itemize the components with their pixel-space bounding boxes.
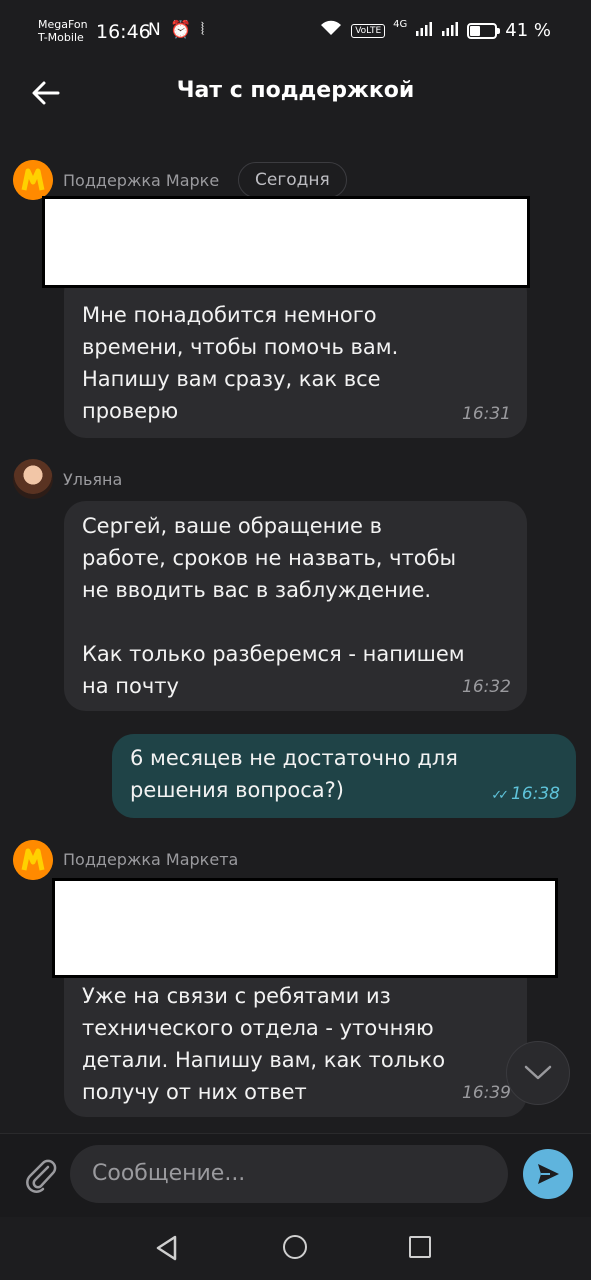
nav-home-icon[interactable] xyxy=(283,1235,307,1259)
date-pill: Сегодня xyxy=(238,162,347,198)
signal-icon-2 xyxy=(441,20,459,41)
market-avatar[interactable] xyxy=(13,160,53,200)
redaction-box xyxy=(52,878,558,978)
sender-name: Поддержка Марке xyxy=(63,171,220,190)
battery-icon xyxy=(467,22,501,39)
message-input[interactable]: Сообщение... xyxy=(70,1145,508,1203)
message-time: 16:32 xyxy=(462,677,511,697)
network-type: 4G xyxy=(393,19,408,30)
status-time: 16:46 xyxy=(96,21,151,43)
status-left-icons: N ⏰ ⦚ xyxy=(148,20,207,40)
message-time: ✓✓ 16:38 xyxy=(491,784,560,804)
sender-name: Ульяна xyxy=(63,470,123,489)
outgoing-message-bubble[interactable]: 6 месяцев не достаточно для решения вопр… xyxy=(112,734,576,818)
message-time: 16:31 xyxy=(462,404,511,424)
signal-icon xyxy=(415,20,433,41)
nav-recents-icon[interactable] xyxy=(409,1236,431,1258)
wifi-icon xyxy=(319,19,343,42)
market-avatar[interactable] xyxy=(13,840,53,880)
message-text: Мне понадобится немного времени, чтобы п… xyxy=(82,303,399,423)
status-right: VoLTE 4G 41 % xyxy=(319,19,551,42)
sender-name: Поддержка Маркета xyxy=(63,850,239,869)
chevron-down-icon xyxy=(524,1065,552,1080)
battery-fill xyxy=(470,25,481,36)
message-text: Уже на связи с ребятами из технического … xyxy=(82,984,446,1104)
message-time-value: 16:38 xyxy=(511,784,560,804)
message-text: Сергей, ваше обращение в работе, сроков … xyxy=(82,514,465,698)
message-bubble[interactable]: Сергей, ваше обращение в работе, сроков … xyxy=(64,501,527,711)
double-check-icon: ✓✓ xyxy=(491,788,509,803)
battery-percent: 41 % xyxy=(505,20,551,41)
message-time: 16:39 xyxy=(462,1083,511,1103)
redaction-box xyxy=(42,196,530,288)
carrier-1: MegaFon xyxy=(38,18,88,31)
message-bubble[interactable]: Мне понадобится немного времени, чтобы п… xyxy=(64,270,527,438)
carrier-2: T-Mobile xyxy=(38,31,84,44)
send-icon xyxy=(538,1164,559,1184)
agent-avatar[interactable] xyxy=(13,459,53,499)
volte-icon: VoLTE xyxy=(351,23,386,38)
carrier-label: MegaFon T-Mobile xyxy=(38,18,88,44)
nav-back-icon[interactable] xyxy=(153,1234,181,1266)
paperclip-icon[interactable] xyxy=(22,1155,60,1193)
message-text: 6 месяцев не достаточно для решения вопр… xyxy=(130,746,458,802)
message-bubble[interactable]: Уже на связи с ребятами из технического … xyxy=(64,955,527,1117)
send-button[interactable] xyxy=(523,1149,573,1199)
page-title: Чат с поддержкой xyxy=(176,78,415,103)
scroll-down-button[interactable] xyxy=(506,1041,570,1105)
